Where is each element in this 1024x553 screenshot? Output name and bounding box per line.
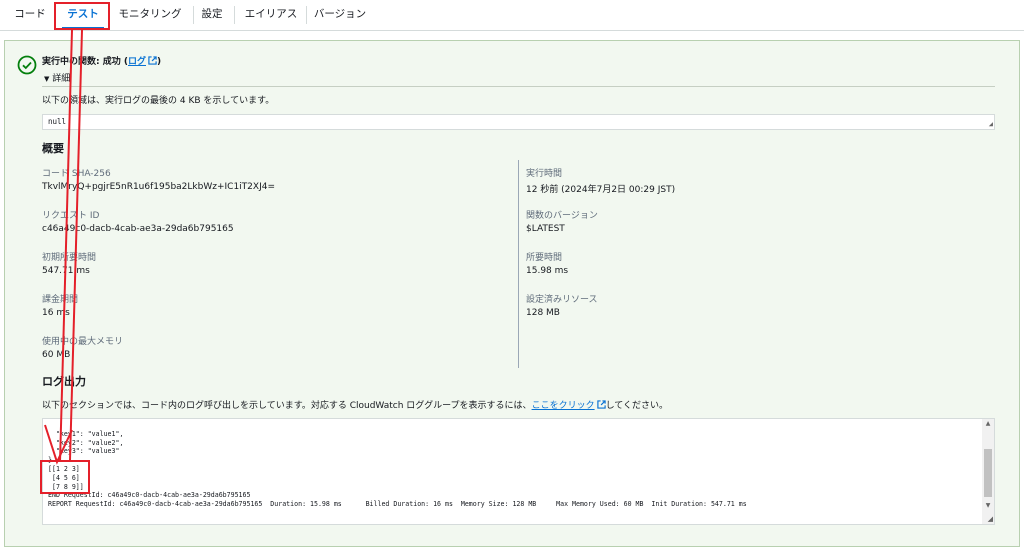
annotation-arrow	[44, 29, 83, 465]
